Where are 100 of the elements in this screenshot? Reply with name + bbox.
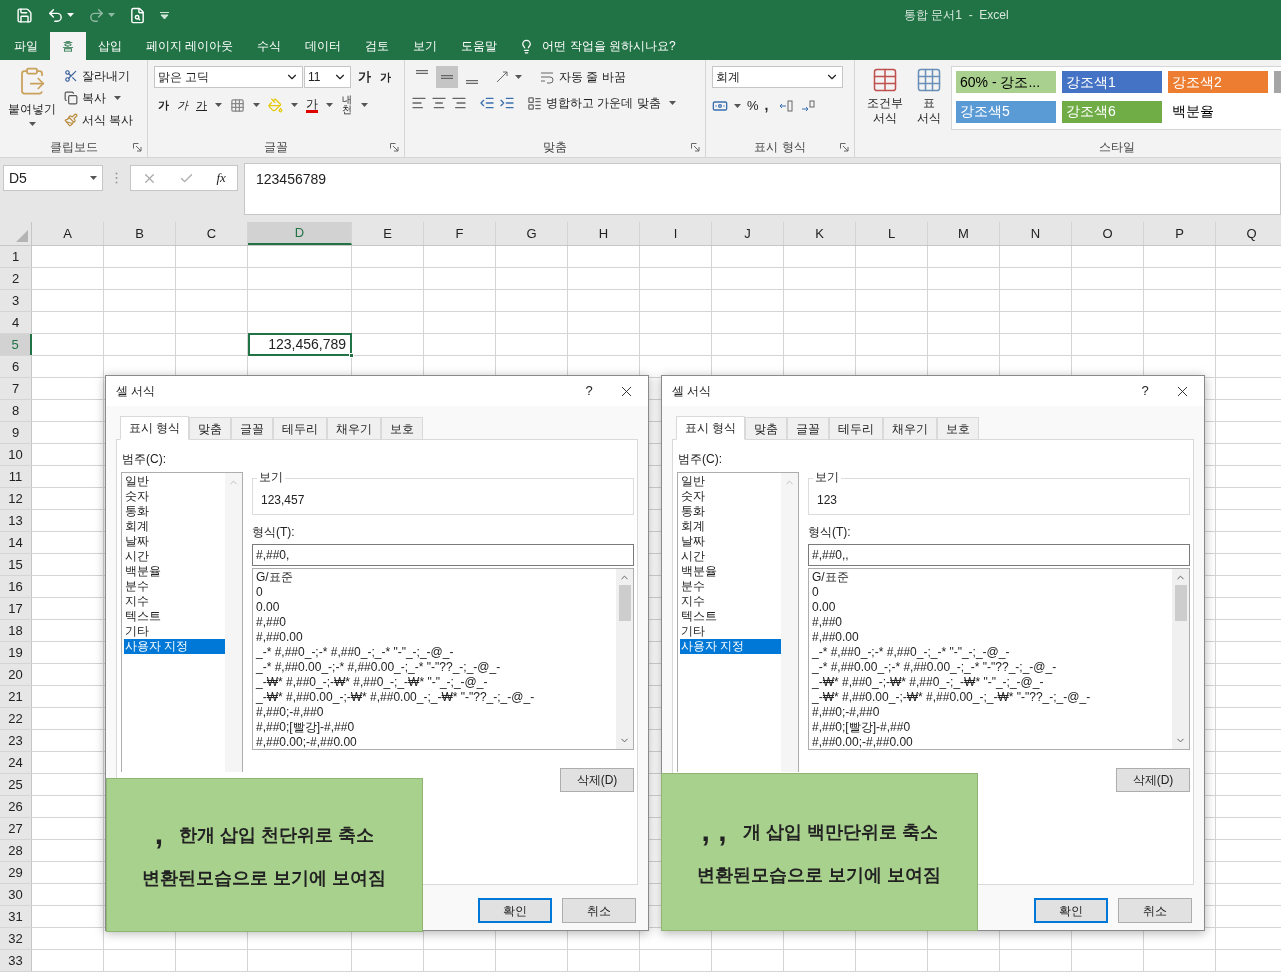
dialog-tab[interactable]: 표시 형식 (676, 416, 746, 440)
format-item[interactable]: #,##0.00;-#,##0.00 (256, 735, 616, 750)
format-item[interactable]: G/표준 (256, 570, 616, 585)
number-format-select[interactable]: 회계 (712, 66, 843, 88)
category-item[interactable]: 시간 (680, 549, 781, 564)
scrollbar[interactable] (616, 569, 633, 749)
scrollbar[interactable] (1172, 569, 1189, 749)
category-item[interactable]: 통화 (124, 504, 225, 519)
category-item[interactable]: 시간 (124, 549, 225, 564)
caret-icon[interactable] (108, 13, 115, 17)
row-header[interactable]: 1 (0, 246, 32, 267)
row-header[interactable]: 10 (0, 444, 32, 465)
column-header[interactable]: F (424, 222, 496, 245)
format-item[interactable]: _-₩* #,##0.00_-;-₩* #,##0.00_-;_-₩* "-"??_-;_-@_- (256, 690, 616, 705)
category-item[interactable]: 텍스트 (124, 609, 225, 624)
format-item[interactable]: _-* #,##0_-;-* #,##0_-;_-* "-"_-;_-@_- (256, 645, 616, 660)
format-item[interactable]: #,##0 (812, 615, 1172, 630)
category-item[interactable]: 지수 (124, 594, 225, 609)
format-item[interactable]: #,##0;-#,##0 (812, 705, 1172, 720)
row-header[interactable]: 33 (0, 950, 32, 971)
category-item[interactable]: 숫자 (124, 489, 225, 504)
cut-button[interactable]: 잘라내기 (64, 66, 134, 86)
format-item[interactable]: #,##0.00 (256, 630, 616, 645)
row-header[interactable]: 26 (0, 796, 32, 817)
format-item[interactable]: #,##0.00;-#,##0.00 (812, 735, 1172, 750)
row-header[interactable]: 7 (0, 378, 32, 399)
column-header[interactable]: P (1144, 222, 1216, 245)
ribbon-tab[interactable]: 검토 (353, 32, 402, 60)
row-header[interactable]: 30 (0, 884, 32, 905)
row-header[interactable]: 19 (0, 642, 32, 663)
category-item[interactable]: 회계 (680, 519, 781, 534)
ribbon-tab[interactable]: 보기 (401, 32, 450, 60)
category-item[interactable]: 사용자 지정 (680, 639, 781, 654)
row-header[interactable]: 9 (0, 422, 32, 443)
column-header[interactable]: L (856, 222, 928, 245)
dialog-launcher-icon[interactable] (390, 143, 399, 152)
decrease-indent-icon[interactable] (479, 95, 495, 111)
row-header[interactable]: 28 (0, 840, 32, 861)
font-name-select[interactable]: 맑은 고딕 (154, 66, 303, 88)
dialog-launcher-icon[interactable] (133, 143, 142, 152)
row-header[interactable]: 2 (0, 268, 32, 289)
delete-button[interactable]: 삭제(D) (560, 768, 634, 792)
row-header[interactable]: 15 (0, 554, 32, 575)
undo-icon[interactable] (47, 6, 64, 24)
wrap-text-button[interactable]: 자동 줄 바꿈 (539, 68, 626, 86)
category-item[interactable]: 날짜 (124, 534, 225, 549)
row-header[interactable]: 6 (0, 356, 32, 377)
dialog-tab[interactable]: 표시 형식 (120, 416, 190, 440)
dialog-tab[interactable]: 테두리 (829, 417, 884, 439)
format-item[interactable]: _-* #,##0.00_-;-* #,##0.00_-;_-* "-"??_-;_-@_- (812, 660, 1172, 675)
category-item[interactable]: 숫자 (680, 489, 781, 504)
percent-button[interactable]: % (747, 95, 759, 116)
font-size-select[interactable]: 11 (304, 66, 351, 88)
cancel-button[interactable]: 취소 (1118, 898, 1192, 923)
grow-font-button[interactable]: 가 (358, 67, 371, 87)
dialog-tab[interactable]: 보호 (381, 417, 424, 439)
ribbon-tab[interactable]: 수식 (245, 32, 294, 60)
dialog-tab[interactable]: 테두리 (273, 417, 328, 439)
column-header[interactable]: E (352, 222, 424, 245)
row-header[interactable]: 25 (0, 774, 32, 795)
redo-icon[interactable] (88, 6, 105, 24)
row-header[interactable]: 18 (0, 620, 32, 641)
cell-style[interactable]: 강조색1 (1062, 71, 1162, 93)
align-right-icon[interactable] (451, 95, 467, 111)
category-item[interactable]: 통화 (680, 504, 781, 519)
scroll-thumb[interactable] (618, 585, 631, 621)
print-preview-icon[interactable] (129, 6, 146, 24)
format-list[interactable] (808, 568, 1190, 750)
ribbon-tab[interactable]: 데이터 (293, 32, 354, 60)
format-item[interactable]: _-₩* #,##0.00_-;-₩* #,##0.00_-;_-₩* "-"??_-;_-@_- (812, 690, 1172, 705)
column-header[interactable]: I (640, 222, 712, 245)
column-header[interactable]: K (784, 222, 856, 245)
row-header[interactable]: 13 (0, 510, 32, 531)
formula-input[interactable]: 123456789 (244, 163, 1281, 215)
format-painter-button[interactable]: 서식 복사 (64, 110, 134, 130)
category-item[interactable]: 일반 (680, 474, 781, 489)
category-item[interactable]: 텍스트 (680, 609, 781, 624)
align-center-icon[interactable] (431, 95, 447, 111)
fill-handle[interactable] (349, 353, 354, 358)
active-cell[interactable]: 123,456,789 (248, 333, 352, 356)
align-left-icon[interactable] (411, 95, 427, 111)
row-header[interactable]: 8 (0, 400, 32, 421)
row-header[interactable]: 21 (0, 686, 32, 707)
row-header[interactable]: 11 (0, 466, 32, 487)
row-header[interactable]: 12 (0, 488, 32, 509)
fill-color-icon[interactable] (268, 97, 283, 113)
category-item[interactable]: 사용자 지정 (124, 639, 225, 654)
ribbon-tab[interactable]: 삽입 (86, 32, 134, 60)
format-item[interactable]: #,##0;[빨강]-#,##0 (812, 720, 1172, 735)
ribbon-tab[interactable]: 도움말 (449, 32, 510, 60)
format-item[interactable]: _-* #,##0.00_-;-* #,##0.00_-;_-* "-"??_-;_-@_- (256, 660, 616, 675)
category-list[interactable]: 일반 숫자 통화 회계 날짜 시간 백분율 분수 지수 텍스트 기타 사용자 지정 (677, 472, 799, 772)
caret-icon[interactable] (67, 13, 74, 17)
scroll-thumb[interactable] (1174, 585, 1187, 621)
dialog-tab[interactable]: 보호 (937, 417, 980, 439)
format-item[interactable]: #,##0.00 (812, 630, 1172, 645)
category-list[interactable]: 일반 숫자 통화 회계 날짜 시간 백분율 분수 지수 텍스트 기타 사용자 지정 (121, 472, 243, 772)
format-input[interactable]: #,##0,, (808, 544, 1190, 566)
help-button[interactable]: ? (1130, 377, 1160, 405)
ok-button[interactable]: 확인 (1034, 898, 1108, 923)
